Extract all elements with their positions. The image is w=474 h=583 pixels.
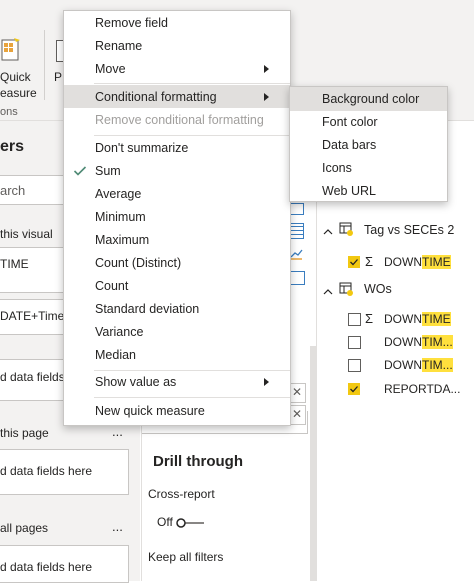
filters-all-pages-heading: all pages	[0, 521, 49, 535]
table1-expand-chevron-icon[interactable]	[323, 225, 333, 235]
menu-median[interactable]: Median	[95, 348, 136, 362]
submenu-background-color[interactable]: Background color	[322, 92, 419, 106]
cross-report-toggle-label: Off	[157, 515, 173, 529]
ribbon-separator	[44, 30, 45, 100]
table2-field3-highlight: TIM...	[422, 358, 453, 372]
table1-field1-prefix: DOWN	[384, 255, 422, 269]
menu-divider	[94, 135, 290, 136]
checkmark-icon	[73, 165, 87, 177]
menu-maximum[interactable]: Maximum	[95, 233, 149, 247]
chevron-right-icon	[264, 65, 269, 73]
table2-field2-checkbox[interactable]	[348, 336, 361, 349]
menu-sum[interactable]: Sum	[95, 164, 121, 178]
add-fields-all-text: d data fields here	[0, 560, 93, 574]
filter-card-downtime-label: TIME	[0, 257, 29, 271]
sigma-icon: Σ	[365, 311, 374, 326]
keep-all-filters-label: Keep all filters	[148, 550, 224, 564]
menu-divider	[94, 397, 290, 398]
table2-field1-label[interactable]: DOWNTIME	[384, 312, 451, 326]
menu-new-quick-measure[interactable]: New quick measure	[95, 404, 205, 418]
table2-name[interactable]: WOs	[364, 282, 392, 296]
menu-standard-deviation[interactable]: Standard deviation	[95, 302, 199, 316]
cross-report-label: Cross-report	[148, 487, 215, 501]
conditional-formatting-submenu: Background color Font color Data bars Ic…	[289, 86, 448, 202]
menu-minimum[interactable]: Minimum	[95, 210, 146, 224]
cross-report-toggle[interactable]	[176, 517, 208, 528]
search-placeholder: arch	[0, 183, 26, 198]
menu-divider	[94, 370, 290, 371]
table2-expand-chevron-icon[interactable]	[323, 285, 333, 295]
kpi-visual-icon[interactable]	[290, 247, 303, 260]
filters-title: ers	[0, 138, 25, 155]
table1-field1-checkbox[interactable]	[348, 256, 360, 268]
table2-field2-label[interactable]: DOWNTIM...	[384, 335, 453, 349]
matrix-visual-icon[interactable]	[290, 203, 304, 215]
field-context-menu: Remove field Rename Move Conditional for…	[63, 10, 291, 426]
submenu-font-color[interactable]: Font color	[322, 115, 378, 129]
page-filters-more-button[interactable]: ...	[112, 424, 123, 439]
table2-field2-highlight: TIM...	[422, 335, 453, 349]
menu-rename[interactable]: Rename	[95, 39, 142, 53]
menu-remove-conditional-formatting: Remove conditional formatting	[95, 113, 264, 127]
add-fields-page-text: d data fields here	[0, 464, 93, 478]
menu-remove-field[interactable]: Remove field	[95, 16, 168, 30]
menu-dont-summarize[interactable]: Don't summarize	[95, 141, 188, 155]
table2-icon	[339, 282, 353, 296]
table1-name[interactable]: Tag vs SECEs 2	[364, 223, 454, 237]
add-fields-visual-text: d data fields	[0, 370, 65, 384]
table2-field3-prefix: DOWN	[384, 358, 422, 372]
chevron-right-icon	[264, 93, 269, 101]
table2-field4-label[interactable]: REPORTDA...	[384, 382, 460, 396]
slicer-visual-icon[interactable]	[290, 271, 305, 285]
table2-field3-checkbox[interactable]	[348, 359, 361, 372]
parameter-label[interactable]: P	[54, 70, 62, 84]
menu-count-distinct[interactable]: Count (Distinct)	[95, 256, 181, 270]
filters-on-page-heading: this page	[0, 426, 49, 440]
submenu-web-url[interactable]: Web URL	[322, 184, 376, 198]
menu-variance[interactable]: Variance	[95, 325, 143, 339]
table1-field1-label[interactable]: DOWNTIME	[384, 255, 451, 269]
table-visual-icon[interactable]	[290, 223, 304, 239]
table2-field3-label[interactable]: DOWNTIM...	[384, 358, 453, 372]
all-pages-more-button[interactable]: ...	[112, 519, 123, 534]
table2-field1-highlight: TIME	[422, 312, 451, 326]
menu-show-value-as[interactable]: Show value as	[95, 375, 176, 389]
menu-move[interactable]: Move	[95, 62, 126, 76]
filter-card-date-label: DATE+Time	[0, 309, 65, 323]
quick-measure-label-2[interactable]: easure	[0, 86, 37, 100]
submenu-icons[interactable]: Icons	[322, 161, 352, 175]
table2-field1-prefix: DOWN	[384, 312, 422, 326]
table1-icon	[339, 222, 353, 236]
add-fields-all-drop[interactable]: d data fields here	[0, 545, 129, 583]
calculations-group-label: ons	[0, 106, 18, 118]
menu-average[interactable]: Average	[95, 187, 141, 201]
table2-field2-prefix: DOWN	[384, 335, 422, 349]
quick-measure-icon[interactable]	[0, 36, 22, 62]
filters-on-visual-heading: this visual	[0, 227, 53, 241]
menu-conditional-formatting[interactable]: Conditional formatting	[95, 90, 217, 104]
menu-divider	[94, 83, 290, 84]
menu-count[interactable]: Count	[95, 279, 128, 293]
add-fields-page-drop[interactable]: d data fields here	[0, 449, 129, 495]
drill-through-heading: Drill through	[153, 453, 243, 470]
sigma-icon: Σ	[365, 254, 374, 269]
chevron-right-icon	[264, 378, 269, 386]
table2-field4-checkbox[interactable]	[348, 383, 360, 395]
quick-measure-label-1[interactable]: Quick	[0, 70, 31, 84]
submenu-data-bars[interactable]: Data bars	[322, 138, 376, 152]
table2-field1-checkbox[interactable]	[348, 313, 361, 326]
table1-field1-highlight: TIME	[422, 255, 451, 269]
